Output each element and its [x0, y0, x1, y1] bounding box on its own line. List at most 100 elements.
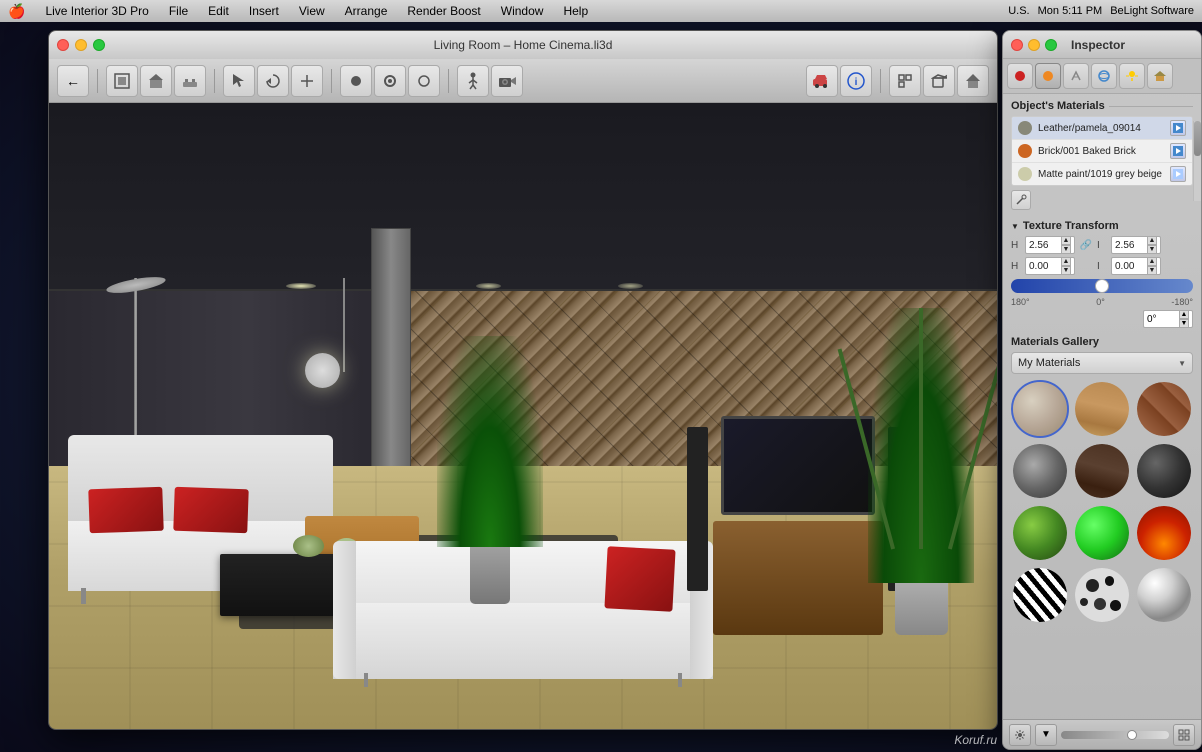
inspector-tab-texture[interactable]	[1035, 63, 1061, 89]
gallery-item-spots[interactable]	[1073, 566, 1131, 624]
tt-x-stepper[interactable]: ▲ ▼	[1061, 257, 1071, 275]
toolbar-2d-btn[interactable]	[889, 65, 921, 97]
tt-x-up[interactable]: ▲	[1061, 257, 1071, 266]
material-item-leather[interactable]: Leather/pamela_09014	[1012, 117, 1192, 140]
toolbar-home-btn[interactable]	[957, 65, 989, 97]
toolbar-info-btn[interactable]: i	[840, 65, 872, 97]
toolbar-align-tool[interactable]	[291, 65, 323, 97]
toolbar-vehicle-btn[interactable]	[806, 65, 838, 97]
menu-file[interactable]: File	[165, 4, 192, 18]
inspector-maximize-btn[interactable]	[1045, 39, 1057, 51]
tt-collapse-icon: ▼	[1011, 222, 1019, 231]
tt-angle-down[interactable]: ▼	[1179, 319, 1189, 328]
tt-w-input[interactable]: 2.56 ▲ ▼	[1111, 236, 1161, 254]
eyedropper-tool[interactable]	[1011, 190, 1031, 210]
menu-help[interactable]: Help	[559, 4, 592, 18]
menu-view[interactable]: View	[295, 4, 329, 18]
menu-arrange[interactable]: Arrange	[341, 4, 392, 18]
menu-appname[interactable]: Live Interior 3D Pro	[41, 4, 152, 18]
inspector-down-arrow-btn[interactable]: ▼	[1035, 724, 1057, 746]
toolbar-circle-tool[interactable]	[340, 65, 372, 97]
ceiling-light-2	[476, 283, 501, 289]
gallery-dropdown[interactable]: My Materials ▼	[1011, 352, 1193, 374]
tt-link-icon[interactable]: 🔗	[1079, 238, 1093, 252]
tt-y-input[interactable]: 0.00 ▲ ▼	[1111, 257, 1161, 275]
toolbar-floorplan-btn[interactable]	[106, 65, 138, 97]
inspector-tab-3d[interactable]	[1091, 63, 1117, 89]
tt-h-input[interactable]: 2.56 ▲ ▼	[1025, 236, 1075, 254]
inspector-tab-cut[interactable]	[1063, 63, 1089, 89]
material-swatch-brick	[1018, 144, 1032, 158]
inspector-zoom-slider[interactable]	[1061, 731, 1169, 739]
toolbar-separator-5	[880, 69, 881, 93]
inspector-expand-btn[interactable]	[1173, 724, 1195, 746]
toolbar-building-btn[interactable]	[140, 65, 172, 97]
tt-h-up[interactable]: ▲	[1061, 236, 1071, 245]
tt-h-stepper[interactable]: ▲ ▼	[1061, 236, 1071, 254]
material-action-matte[interactable]	[1170, 166, 1186, 182]
toolbar-3d-view-btn[interactable]	[923, 65, 955, 97]
tt-angle-center: 0°	[1034, 297, 1168, 307]
material-swatch-leather	[1018, 121, 1032, 135]
inspector-tab-light[interactable]	[1119, 63, 1145, 89]
toolbar-camera-tool[interactable]	[491, 65, 523, 97]
tt-y-stepper[interactable]: ▲ ▼	[1147, 257, 1157, 275]
gallery-item-dark-wood[interactable]	[1073, 442, 1131, 500]
inspector-minimize-btn[interactable]	[1028, 39, 1040, 51]
tt-angle-stepper[interactable]: ▲ ▼	[1179, 310, 1189, 328]
tt-w-down[interactable]: ▼	[1147, 245, 1157, 254]
gallery-item-green2[interactable]	[1073, 504, 1131, 562]
tt-y-up[interactable]: ▲	[1147, 257, 1157, 266]
texture-transform-header[interactable]: ▼ Texture Transform	[1011, 220, 1193, 232]
menu-render[interactable]: Render Boost	[403, 4, 484, 18]
material-action-leather[interactable]	[1170, 120, 1186, 136]
toolbar-circle2-tool[interactable]	[408, 65, 440, 97]
inspector-tab-home[interactable]	[1147, 63, 1173, 89]
tt-x-input[interactable]: 0.00 ▲ ▼	[1025, 257, 1075, 275]
3d-viewport[interactable]	[49, 103, 997, 729]
gallery-item-leather[interactable]	[1011, 380, 1069, 438]
tt-angle-up[interactable]: ▲	[1179, 310, 1189, 319]
gallery-item-chrome[interactable]	[1135, 566, 1193, 624]
gallery-item-dark-stone[interactable]	[1135, 442, 1193, 500]
tt-y-down[interactable]: ▼	[1147, 266, 1157, 275]
tt-x-label: H	[1011, 261, 1021, 272]
material-item-matte[interactable]: Matte paint/1019 grey beige	[1012, 163, 1192, 185]
toolbar-select-tool[interactable]	[223, 65, 255, 97]
toolbar-ring-tool[interactable]	[374, 65, 406, 97]
tt-w-up[interactable]: ▲	[1147, 236, 1157, 245]
gallery-item-zebra[interactable]	[1011, 566, 1069, 624]
toolbar-rotate-tool[interactable]	[257, 65, 289, 97]
toolbar-person-tool[interactable]	[457, 65, 489, 97]
maximize-button[interactable]	[93, 39, 105, 51]
tt-w-stepper[interactable]: ▲ ▼	[1147, 236, 1157, 254]
tt-h-label: H	[1011, 240, 1021, 251]
back-button[interactable]: ←	[57, 65, 89, 97]
tt-x-down[interactable]: ▼	[1061, 266, 1071, 275]
tv-entertainment-unit	[713, 416, 884, 635]
toolbar-furniture-btn[interactable]	[174, 65, 206, 97]
tt-slider[interactable]	[1011, 279, 1193, 293]
minimize-button[interactable]	[75, 39, 87, 51]
tt-w-value: 2.56	[1115, 240, 1134, 251]
materials-scrollbar[interactable]	[1193, 121, 1201, 201]
menu-edit[interactable]: Edit	[204, 4, 233, 18]
close-button[interactable]	[57, 39, 69, 51]
objects-materials-header: Object's Materials	[1011, 100, 1193, 112]
inspector-tab-materials[interactable]	[1007, 63, 1033, 89]
gallery-item-fire[interactable]	[1135, 504, 1193, 562]
apple-menu[interactable]: 🍎	[8, 3, 25, 20]
inspector-close-btn[interactable]	[1011, 39, 1023, 51]
tt-h-down[interactable]: ▼	[1061, 245, 1071, 254]
material-action-brick[interactable]	[1170, 143, 1186, 159]
toolbar-layout-group	[889, 65, 989, 97]
menu-insert[interactable]: Insert	[245, 4, 283, 18]
inspector-gear-btn[interactable]	[1009, 724, 1031, 746]
gallery-item-wood1[interactable]	[1073, 380, 1131, 438]
menu-window[interactable]: Window	[497, 4, 548, 18]
material-item-brick[interactable]: Brick/001 Baked Brick	[1012, 140, 1192, 163]
tt-angle-input[interactable]: 0° ▲ ▼	[1143, 310, 1193, 328]
gallery-item-stone1[interactable]	[1011, 442, 1069, 500]
gallery-item-brick[interactable]	[1135, 380, 1193, 438]
gallery-item-green[interactable]	[1011, 504, 1069, 562]
